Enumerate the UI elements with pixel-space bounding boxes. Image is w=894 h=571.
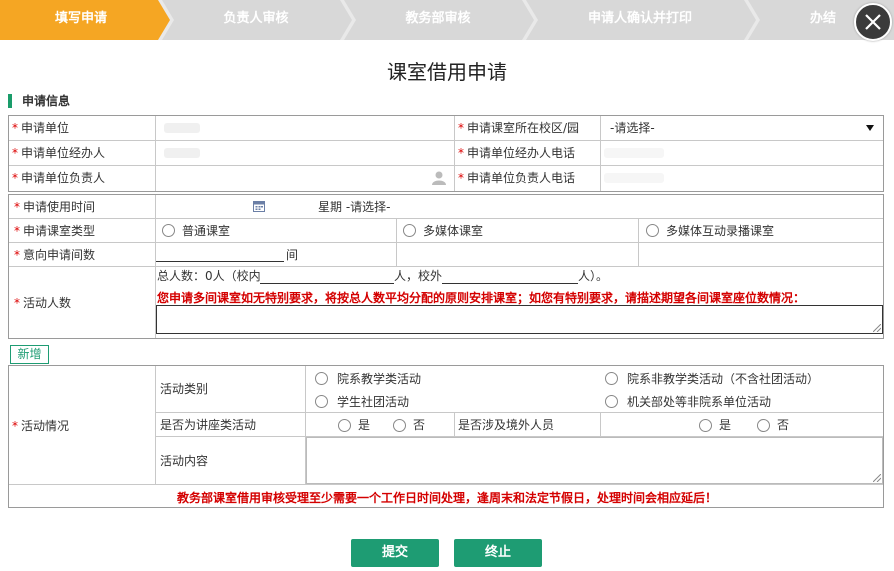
foreign-yes-label: 是 <box>719 418 732 432</box>
room-type-radio-1[interactable] <box>162 224 175 237</box>
campus-label: * 申请课室所在校区/园 <box>458 121 580 135</box>
content-label: 活动内容 <box>160 454 209 468</box>
time-label: * 申请使用时间 <box>14 200 96 214</box>
people-outer-input[interactable] <box>442 268 578 284</box>
calendar-icon[interactable] <box>253 200 265 212</box>
handler-phone-label: * 申请单位经办人电话 <box>458 146 576 160</box>
add-button[interactable]: 新增 <box>10 345 49 364</box>
lecture-no-radio[interactable] <box>393 419 406 432</box>
count-unit: 间 <box>286 248 299 262</box>
activity-type-radio-3[interactable] <box>315 395 328 408</box>
activity-type-option-3: 学生社团活动 <box>337 395 410 409</box>
activity-label: * 活动情况 <box>12 419 70 433</box>
resize-handle-icon <box>873 324 881 332</box>
activity-content-textarea[interactable] <box>306 437 883 484</box>
close-button[interactable] <box>854 3 892 41</box>
people-label: * 活动人数 <box>14 296 72 310</box>
seat-requirement-textarea[interactable] <box>156 305 883 334</box>
resize-handle-icon <box>873 474 881 482</box>
unit-label: * 申请单位 <box>12 121 70 135</box>
people-total-text: 总人数：0人（校内 <box>157 269 261 283</box>
activity-type-option-2: 院系非教学类活动（不含社团活动） <box>627 372 820 386</box>
lecture-yes-label: 是 <box>358 418 371 432</box>
activity-type-option-1: 院系教学类活动 <box>337 372 422 386</box>
close-icon <box>865 14 881 30</box>
stop-button[interactable]: 终止 <box>454 539 542 567</box>
foreign-label: 是否涉及境外人员 <box>458 418 555 432</box>
step-progress-bar: 填写申请 负责人审核 教务部审核 申请人确认并打印 办结 <box>0 0 894 40</box>
people-suffix-text: 人）。 <box>578 269 609 283</box>
section-title: 申请信息 <box>8 93 70 109</box>
lecture-label: 是否为讲座类活动 <box>160 418 257 432</box>
processing-notice: 教务部课室借用审核受理至少需要一个工作日时间处理，逢周末和法定节假日，处理时间会… <box>176 491 717 505</box>
foreign-yes-radio[interactable] <box>699 419 712 432</box>
submit-button[interactable]: 提交 <box>351 539 439 567</box>
people-inner-input[interactable] <box>260 268 394 284</box>
foreign-no-label: 否 <box>777 418 790 432</box>
step-fill-application: 填写申请 <box>54 11 107 26</box>
handler-phone-input[interactable] <box>604 148 664 158</box>
foreign-no-radio[interactable] <box>757 419 770 432</box>
activity-type-radio-1[interactable] <box>315 372 328 385</box>
activity-type-radio-4[interactable] <box>605 395 618 408</box>
room-type-option-2: 多媒体课室 <box>423 224 484 238</box>
room-type-radio-2[interactable] <box>403 224 416 237</box>
room-type-option-3: 多媒体互动录播课室 <box>666 224 775 238</box>
room-type-label: * 申请课室类型 <box>14 224 96 238</box>
activity-type-label: 活动类别 <box>160 382 209 396</box>
lecture-no-label: 否 <box>413 418 426 432</box>
leader-phone-label: * 申请单位负责人电话 <box>458 171 576 185</box>
activity-type-radio-2[interactable] <box>605 372 618 385</box>
people-notice: 您申请多间课室如无特别要求，将按总人数平均分配的原则安排课室；如您有特别要求，请… <box>157 291 806 305</box>
step-leader-review: 负责人审核 <box>223 11 289 26</box>
weekday-select[interactable]: 星期 -请选择- <box>318 199 390 215</box>
count-label: * 意向申请间数 <box>14 248 96 262</box>
people-mid-text: 人，校外 <box>394 269 443 283</box>
unit-value[interactable] <box>164 123 200 133</box>
leader-label: * 申请单位负责人 <box>12 171 106 185</box>
lecture-yes-radio[interactable] <box>338 419 351 432</box>
step-confirm-print: 申请人确认并打印 <box>587 11 692 26</box>
room-type-option-1: 普通课室 <box>182 224 231 238</box>
count-input[interactable] <box>156 246 284 262</box>
campus-select[interactable]: -请选择- <box>610 120 876 136</box>
section-title-text: 申请信息 <box>22 94 71 108</box>
section-marker <box>8 94 12 108</box>
handler-value[interactable] <box>164 148 200 158</box>
step-academic-review: 教务部审核 <box>405 11 471 26</box>
person-icon[interactable] <box>432 171 446 185</box>
activity-type-option-4: 机关部处等非院系单位活动 <box>627 395 772 409</box>
chevron-down-icon <box>866 125 874 131</box>
handler-label: * 申请单位经办人 <box>12 146 106 160</box>
leader-phone-input[interactable] <box>604 173 664 183</box>
room-type-radio-3[interactable] <box>646 224 659 237</box>
page-title: 课室借用申请 <box>387 60 507 84</box>
